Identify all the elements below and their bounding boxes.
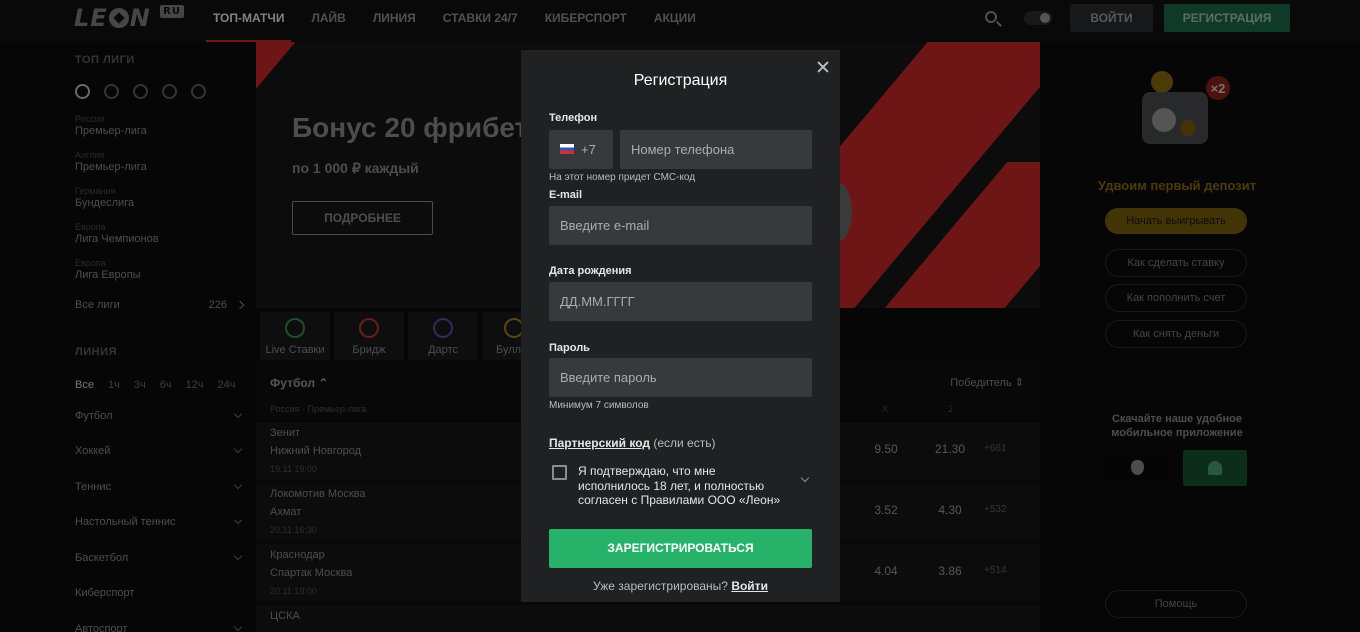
phone-hint: На этот номер придет СМС-код (549, 172, 696, 183)
email-input[interactable] (549, 206, 812, 245)
modal-title: Регистрация (633, 72, 728, 89)
phone-label: Телефон (549, 112, 598, 124)
already-registered-row: Уже зарегистрированы? Войти (593, 579, 768, 593)
login-link[interactable]: Войти (731, 579, 768, 593)
terms-checkbox[interactable] (552, 465, 567, 480)
registration-modal: Регистрация Телефон +7 На этот номер при… (521, 50, 840, 602)
close-icon[interactable] (816, 60, 830, 74)
terms-text: Я подтверждаю, что мне исполнилось 18 ле… (578, 464, 781, 507)
phone-country-select[interactable]: +7 (549, 130, 613, 169)
password-hint: Минимум 7 символов (549, 400, 649, 411)
flag-ru-icon (560, 144, 574, 154)
birthdate-input[interactable] (549, 282, 812, 321)
password-input[interactable] (549, 358, 812, 397)
chevron-down-icon[interactable] (800, 473, 810, 483)
partner-code-row: Партнерский код (если есть) (549, 436, 716, 450)
birthdate-label: Дата рождения (549, 265, 632, 277)
password-label: Пароль (549, 342, 590, 354)
email-label: E-mail (549, 189, 583, 201)
phone-input[interactable] (620, 130, 812, 169)
partner-code-link[interactable]: Партнерский код (549, 436, 650, 450)
submit-registration-button[interactable]: ЗАРЕГИСТРИРОВАТЬСЯ (549, 529, 812, 568)
